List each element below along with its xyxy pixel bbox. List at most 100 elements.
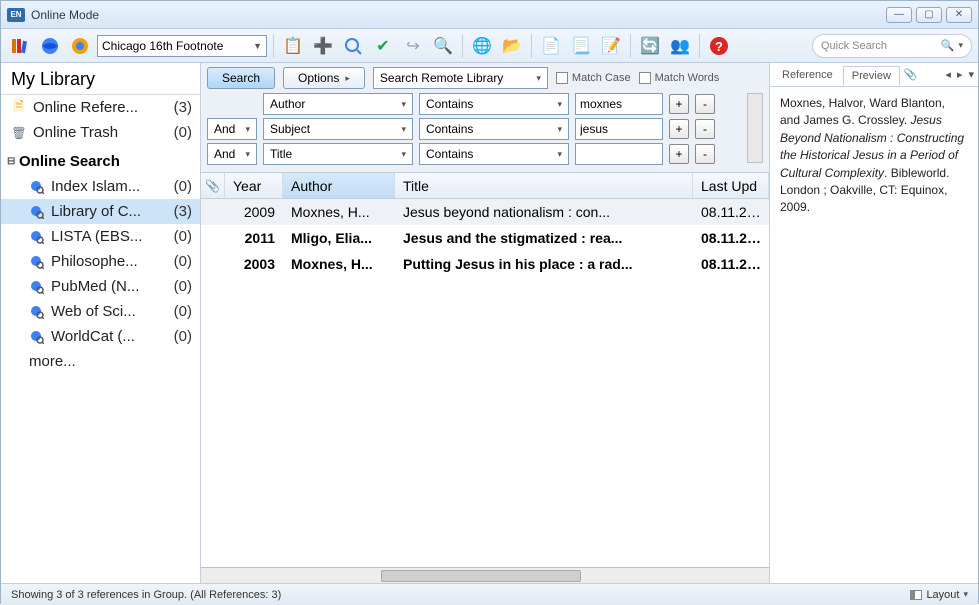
scrollbar-thumb[interactable]: [381, 570, 581, 582]
share-icon[interactable]: 👥: [667, 33, 693, 59]
search-button[interactable]: Search: [207, 67, 275, 89]
globe-search-icon: [29, 329, 45, 345]
globe-search-icon: [29, 304, 45, 320]
criteria-scrollbar[interactable]: [747, 93, 763, 163]
sidebar-item-online-trash[interactable]: 🗑 Online Trash (0): [1, 120, 200, 145]
search-term-input[interactable]: [575, 143, 663, 165]
help-icon[interactable]: ?: [706, 33, 732, 59]
tab-preview[interactable]: Preview: [843, 66, 900, 86]
bool-select[interactable]: And▾: [207, 118, 257, 140]
remove-row-button[interactable]: -: [695, 119, 715, 139]
panel-menu-button[interactable]: ▾: [968, 68, 974, 81]
sidebar-item-source[interactable]: Index Islam... (0): [1, 174, 200, 199]
sidebar-group-online-search[interactable]: ⊟ Online Search: [1, 145, 200, 174]
open-link-icon[interactable]: 🌐: [469, 33, 495, 59]
column-last-updated[interactable]: Last Upd: [693, 173, 769, 198]
table-row[interactable]: 2011 Mligo, Elia... Jesus and the stigma…: [201, 225, 769, 251]
prev-reference-button[interactable]: ◂: [945, 68, 951, 81]
sidebar-item-count: (0): [174, 278, 192, 295]
paperclip-icon[interactable]: 📎: [904, 68, 918, 81]
app-logo: EN: [7, 8, 25, 22]
sidebar-item-label: Online Refere...: [33, 99, 138, 116]
tab-reference[interactable]: Reference: [774, 66, 841, 84]
search-scope-select[interactable]: Search Remote Library ▾: [373, 67, 548, 89]
import-icon[interactable]: ✔: [370, 33, 396, 59]
column-attachment[interactable]: 📎: [201, 173, 225, 198]
field-select[interactable]: Author▾: [263, 93, 413, 115]
search-term-input[interactable]: [575, 118, 663, 140]
sidebar-item-label: Online Trash: [33, 124, 118, 141]
add-row-button[interactable]: +: [669, 94, 689, 114]
sidebar-item-source[interactable]: WorldCat (... (0): [1, 324, 200, 349]
add-row-button[interactable]: +: [669, 144, 689, 164]
integrated-mode-icon[interactable]: [67, 33, 93, 59]
library-icon[interactable]: [7, 33, 33, 59]
column-author[interactable]: Author: [283, 173, 395, 198]
options-button[interactable]: Options ▸: [283, 67, 365, 89]
sidebar-item-online-references[interactable]: 🗎 Online Refere... (3): [1, 95, 200, 120]
note-icon: 🗎: [11, 100, 27, 116]
sidebar-item-source[interactable]: PubMed (N... (0): [1, 274, 200, 299]
quick-search-input[interactable]: Quick Search 🔍 ▾: [812, 34, 972, 58]
sidebar-header: My Library: [1, 63, 200, 95]
sync-icon[interactable]: 🔄: [637, 33, 663, 59]
search-term-input[interactable]: [575, 93, 663, 115]
match-words-checkbox[interactable]: Match Words: [639, 72, 720, 84]
field-select[interactable]: Subject▾: [263, 118, 413, 140]
checkbox-label: Match Case: [572, 72, 631, 84]
statusbar: Showing 3 of 3 references in Group. (All…: [1, 583, 978, 605]
column-year[interactable]: Year: [225, 173, 283, 198]
format-icon[interactable]: 📃: [568, 33, 594, 59]
remove-row-button[interactable]: -: [695, 144, 715, 164]
preview-panel: Reference Preview 📎 ◂ ▸ ▾ Moxnes, Halvor…: [770, 63, 978, 583]
sidebar-item-count: (3): [174, 203, 192, 220]
collapse-icon[interactable]: ⊟: [7, 156, 19, 167]
chevron-down-icon: ▼: [253, 41, 262, 51]
globe-search-icon: [29, 204, 45, 220]
sidebar-item-label: LISTA (EBS...: [51, 228, 142, 245]
online-search-icon[interactable]: [340, 33, 366, 59]
export-icon[interactable]: ↪: [400, 33, 426, 59]
globe-icon[interactable]: [37, 33, 63, 59]
copy-icon[interactable]: 📋: [280, 33, 306, 59]
checkbox-icon: [639, 72, 651, 84]
find-fulltext-icon[interactable]: 🔍: [430, 33, 456, 59]
layout-button[interactable]: Layout ▾: [910, 589, 968, 601]
remove-row-button[interactable]: -: [695, 94, 715, 114]
sidebar-item-label: WorldCat (...: [51, 328, 135, 345]
horizontal-scrollbar[interactable]: [201, 567, 769, 583]
citation-style-select[interactable]: Chicago 16th Footnote ▼: [97, 35, 267, 57]
new-reference-icon[interactable]: ➕: [310, 33, 336, 59]
table-row[interactable]: 2003 Moxnes, H... Putting Jesus in his p…: [201, 251, 769, 277]
svg-text:?: ?: [715, 39, 723, 54]
titlebar: EN Online Mode — ▢ ✕: [1, 1, 978, 29]
sidebar-item-source[interactable]: Web of Sci... (0): [1, 299, 200, 324]
center-panel: Search Options ▸ Search Remote Library ▾…: [201, 63, 770, 583]
cite-while-write-icon[interactable]: 📝: [598, 33, 624, 59]
add-row-button[interactable]: +: [669, 119, 689, 139]
sidebar-item-source[interactable]: Library of C... (3): [1, 199, 200, 224]
globe-search-icon: [29, 279, 45, 295]
bool-select[interactable]: And▾: [207, 143, 257, 165]
next-reference-button[interactable]: ▸: [957, 68, 963, 81]
operator-select[interactable]: Contains▾: [419, 118, 569, 140]
close-button[interactable]: ✕: [946, 7, 972, 23]
preview-body: Moxnes, Halvor, Ward Blanton, and James …: [770, 87, 978, 225]
chevron-down-icon: ▾: [536, 73, 541, 84]
sidebar-item-source[interactable]: Philosophe... (0): [1, 249, 200, 274]
sidebar-item-source[interactable]: LISTA (EBS... (0): [1, 224, 200, 249]
table-row[interactable]: 2009 Moxnes, H... Jesus beyond nationali…: [201, 199, 769, 225]
sidebar: My Library 🗎 Online Refere... (3) 🗑 Onli…: [1, 63, 201, 583]
open-folder-icon[interactable]: 📂: [499, 33, 525, 59]
match-case-checkbox[interactable]: Match Case: [556, 72, 631, 84]
minimize-button[interactable]: —: [886, 7, 912, 23]
maximize-button[interactable]: ▢: [916, 7, 942, 23]
field-select[interactable]: Title▾: [263, 143, 413, 165]
sidebar-item-more[interactable]: more...: [1, 349, 200, 374]
operator-select[interactable]: Contains▾: [419, 93, 569, 115]
column-title[interactable]: Title: [395, 173, 693, 198]
insert-citation-icon[interactable]: 📄: [538, 33, 564, 59]
sidebar-item-label: Philosophe...: [51, 253, 138, 270]
operator-select[interactable]: Contains▾: [419, 143, 569, 165]
paperclip-icon: 📎: [205, 179, 220, 193]
